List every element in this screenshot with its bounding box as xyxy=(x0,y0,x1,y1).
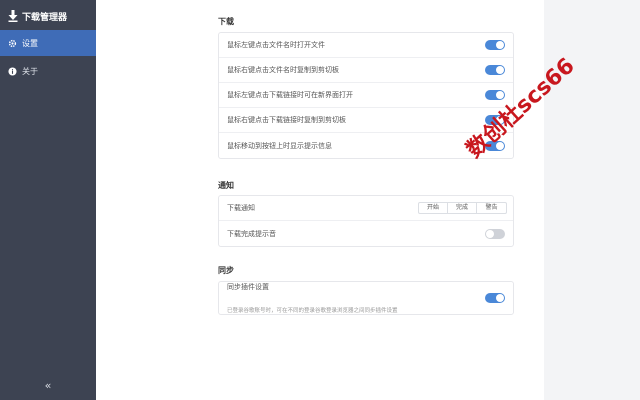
settings-panel: 下载 鼠标左键点击文件名时打开文件 鼠标右键点击文件名时复制到剪切板 鼠标左键点… xyxy=(96,0,544,400)
app-title-text: 下载管理器 xyxy=(22,12,68,23)
sidebar-item-label: 关于 xyxy=(22,66,38,76)
setting-row: 同步插件设置 已登录谷歌账号时，可在不同的登录谷歌登录浏览器之间同步插件设置 xyxy=(219,282,513,314)
setting-label: 下载完成提示音 xyxy=(227,229,276,238)
download-arrow-icon xyxy=(8,10,18,22)
section-title-notify: 通知 xyxy=(218,181,234,190)
sidebar-item-settings[interactable]: 设置 xyxy=(0,30,96,56)
setting-row: 下载通知 开始 完成 警告 xyxy=(219,196,513,221)
setting-label: 鼠标左键点击文件名时打开文件 xyxy=(227,41,325,49)
gear-icon xyxy=(8,39,17,48)
toggle-switch[interactable] xyxy=(485,293,505,303)
sync-settings-card: 同步插件设置 已登录谷歌账号时，可在不同的登录谷歌登录浏览器之间同步插件设置 xyxy=(218,281,514,315)
sidebar-item-about[interactable]: 关于 xyxy=(0,58,96,84)
notify-option-complete[interactable]: 完成 xyxy=(448,203,477,213)
notify-option-start[interactable]: 开始 xyxy=(419,203,448,213)
setting-row: 鼠标右键点击文件名时复制到剪切板 xyxy=(219,58,513,83)
section-title-sync: 同步 xyxy=(218,266,234,275)
sidebar-item-label: 设置 xyxy=(22,38,38,48)
setting-label: 鼠标左键点击下载链接时可在新界面打开 xyxy=(227,91,353,99)
notify-option-warning[interactable]: 警告 xyxy=(477,203,506,213)
setting-row: 下载完成提示音 xyxy=(219,221,513,246)
info-icon xyxy=(8,66,17,76)
section-title-download: 下载 xyxy=(218,17,234,26)
setting-label: 鼠标右键点击文件名时复制到剪切板 xyxy=(227,66,339,74)
setting-row: 鼠标左键点击文件名时打开文件 xyxy=(219,33,513,58)
collapse-sidebar-button[interactable]: « xyxy=(38,378,58,394)
toggle-switch[interactable] xyxy=(485,228,505,239)
setting-row: 鼠标左键点击下载链接时可在新界面打开 xyxy=(219,83,513,108)
toggle-switch[interactable] xyxy=(485,65,505,75)
setting-label: 鼠标右键点击下载链接时复制到剪切板 xyxy=(227,116,346,124)
sidebar: 下载管理器 设置 关于 « xyxy=(0,0,96,400)
toggle-switch[interactable] xyxy=(485,40,505,50)
notify-option-group: 开始 完成 警告 xyxy=(418,202,507,214)
notify-settings-card: 下载通知 开始 完成 警告 下载完成提示音 xyxy=(218,195,514,247)
app-title: 下载管理器 xyxy=(8,8,67,24)
setting-label: 同步插件设置 xyxy=(227,283,269,291)
setting-description: 已登录谷歌账号时，可在不同的登录谷歌登录浏览器之间同步插件设置 xyxy=(227,308,398,314)
